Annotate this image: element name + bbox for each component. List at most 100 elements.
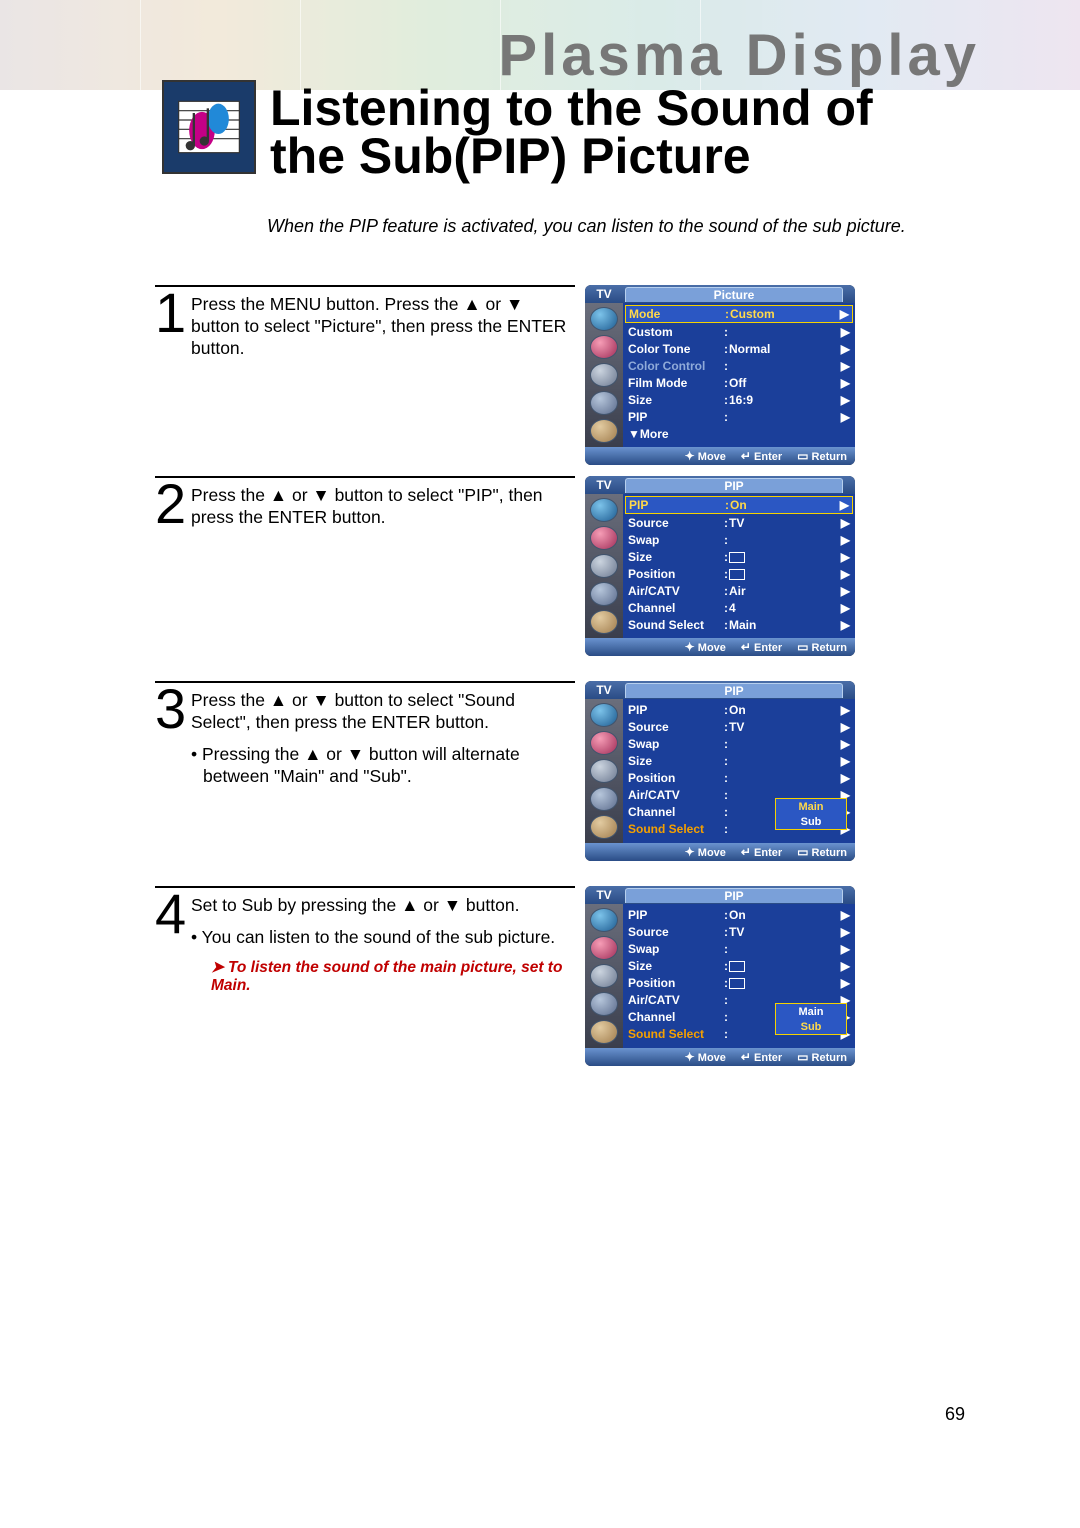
osd-sidebar bbox=[585, 904, 623, 1048]
osd-side-icon bbox=[590, 936, 618, 960]
osd-menu-item[interactable]: Custom:▶ bbox=[625, 323, 853, 340]
osd-menu-item[interactable]: Position:▶ bbox=[625, 974, 853, 991]
osd-popup-item[interactable]: Sub bbox=[776, 814, 846, 829]
osd-side-icon bbox=[590, 759, 618, 783]
osd-menu-item[interactable]: Swap:▶ bbox=[625, 735, 853, 752]
osd-tab-title: PIP bbox=[625, 478, 843, 493]
step-number: 4 bbox=[155, 888, 186, 940]
osd-tab-title: PIP bbox=[625, 888, 843, 903]
osd-item-label: Size bbox=[628, 550, 723, 564]
chevron-right-icon: ▶ bbox=[841, 703, 850, 717]
step-bullet: • Pressing the ▲ or ▼ button will altern… bbox=[191, 743, 575, 787]
osd-item-label: Air/CATV bbox=[628, 584, 723, 598]
osd-menu-item[interactable]: Swap:▶ bbox=[625, 531, 853, 548]
osd-item-label: Channel bbox=[628, 805, 723, 819]
osd-popup-item[interactable]: Main bbox=[776, 799, 846, 814]
osd-menu-item[interactable]: Position:▶ bbox=[625, 565, 853, 582]
osd-menu-item[interactable]: Source:TV▶ bbox=[625, 923, 853, 940]
osd-side-icon bbox=[590, 703, 618, 727]
osd-item-label: Swap bbox=[628, 942, 723, 956]
osd-menu-item[interactable]: PIP:On▶ bbox=[625, 906, 853, 923]
step-2: 2 Press the ▲ or ▼ button to select "PIP… bbox=[155, 476, 575, 528]
osd-side-icon bbox=[590, 335, 618, 359]
osd-side-icon bbox=[590, 554, 618, 578]
osd-item-value: Normal bbox=[729, 342, 841, 356]
osd-popup-item[interactable]: Main bbox=[776, 1004, 846, 1019]
step-text: Press the MENU button. Press the ▲ or ▼ … bbox=[191, 293, 575, 359]
chevron-right-icon: ▶ bbox=[841, 737, 850, 751]
osd-menu-item[interactable]: Size:16:9▶ bbox=[625, 391, 853, 408]
step-number: 3 bbox=[155, 683, 186, 735]
osd-menu-item[interactable]: Size:▶ bbox=[625, 957, 853, 974]
chevron-right-icon: ▶ bbox=[841, 720, 850, 734]
step-bullet: • You can listen to the sound of the sub… bbox=[191, 926, 575, 948]
osd-side-icon bbox=[590, 610, 618, 634]
page-number: 69 bbox=[945, 1404, 965, 1425]
osd-screenshot-2: TVPIP PIP:On▶Source:TV▶Swap:▶Size:▶Positi… bbox=[585, 476, 855, 656]
osd-side-icon bbox=[590, 815, 618, 839]
intro-text: When the PIP feature is activated, you c… bbox=[267, 216, 906, 237]
osd-screenshot-1: TVPictureMode:Custom▶Custom:▶Color Tone:… bbox=[585, 285, 855, 465]
osd-tabbar: TVPIP bbox=[585, 886, 855, 904]
osd-menu-item[interactable]: PIP:▶ bbox=[625, 408, 853, 425]
osd-menu-item[interactable]: Swap:▶ bbox=[625, 940, 853, 957]
osd-item-value: Air bbox=[729, 584, 841, 598]
osd-menu-item[interactable]: Channel:4▶ bbox=[625, 599, 853, 616]
chevron-right-icon: ▶ bbox=[840, 307, 849, 321]
osd-tab-tv: TV bbox=[585, 478, 623, 492]
osd-menu-item[interactable]: Mode:Custom▶ bbox=[625, 305, 853, 323]
osd-menu-item[interactable]: Size:▶ bbox=[625, 548, 853, 565]
step-text: Press the ▲ or ▼ button to select "Sound… bbox=[191, 689, 575, 733]
osd-sidebar bbox=[585, 699, 623, 843]
chevron-right-icon: ▶ bbox=[841, 754, 850, 768]
osd-item-label: PIP bbox=[628, 410, 723, 424]
osd-menu-item[interactable]: Position:▶ bbox=[625, 769, 853, 786]
osd-item-value: Main bbox=[729, 618, 841, 632]
osd-item-value: Off bbox=[729, 376, 841, 390]
osd-tab-title: Picture bbox=[625, 287, 843, 302]
osd-footer: ✦ Move↵ Enter▭ Return bbox=[585, 638, 855, 656]
chevron-right-icon: ▶ bbox=[841, 393, 850, 407]
osd-item-label: Air/CATV bbox=[628, 993, 723, 1007]
osd-menu-item[interactable]: Film Mode:Off▶ bbox=[625, 374, 853, 391]
osd-side-icon bbox=[590, 526, 618, 550]
osd-popup[interactable]: MainSub bbox=[775, 798, 847, 830]
osd-item-value bbox=[729, 550, 841, 564]
osd-tabbar: TVPIP bbox=[585, 476, 855, 494]
osd-menu-item[interactable]: Color Control:▶ bbox=[625, 357, 853, 374]
chevron-right-icon: ▶ bbox=[841, 601, 850, 615]
osd-menu-list: PIP:On▶Source:TV▶Swap:▶Size:▶Position:▶A… bbox=[623, 699, 855, 843]
osd-item-value bbox=[729, 959, 841, 973]
osd-side-icon bbox=[590, 731, 618, 755]
chevron-right-icon: ▶ bbox=[841, 533, 850, 547]
osd-menu-item[interactable]: Air/CATV:Air▶ bbox=[625, 582, 853, 599]
osd-screenshot-4: TVPIPPIP:On▶Source:TV▶Swap:▶Size:▶Positi… bbox=[585, 886, 855, 1066]
osd-side-icon bbox=[590, 964, 618, 988]
osd-popup[interactable]: MainSub bbox=[775, 1003, 847, 1035]
osd-menu-item[interactable]: Source:TV▶ bbox=[625, 514, 853, 531]
osd-tab-tv: TV bbox=[585, 683, 623, 697]
osd-menu-item[interactable]: Color Tone:Normal▶ bbox=[625, 340, 853, 357]
osd-menu-item[interactable]: PIP:On▶ bbox=[625, 496, 853, 514]
osd-menu-item[interactable]: Size:▶ bbox=[625, 752, 853, 769]
osd-menu-item[interactable]: Sound Select:Main▶ bbox=[625, 616, 853, 633]
step-1: 1 Press the MENU button. Press the ▲ or … bbox=[155, 285, 575, 359]
osd-item-value bbox=[729, 567, 841, 581]
chevron-right-icon: ▶ bbox=[841, 942, 850, 956]
osd-menu-item[interactable]: Source:TV▶ bbox=[625, 718, 853, 735]
osd-tab-tv: TV bbox=[585, 888, 623, 902]
chevron-right-icon: ▶ bbox=[841, 925, 850, 939]
osd-item-label: Size bbox=[628, 754, 723, 768]
osd-footer: ✦ Move↵ Enter▭ Return bbox=[585, 447, 855, 465]
step-3: 3 Press the ▲ or ▼ button to select "Sou… bbox=[155, 681, 575, 787]
osd-item-label: Position bbox=[628, 976, 723, 990]
step-4: 4 Set to Sub by pressing the ▲ or ▼ butt… bbox=[155, 886, 575, 995]
osd-tab-title: PIP bbox=[625, 683, 843, 698]
osd-menu-item[interactable]: ▼More bbox=[625, 425, 853, 442]
osd-side-icon bbox=[590, 992, 618, 1016]
osd-menu-item[interactable]: PIP:On▶ bbox=[625, 701, 853, 718]
sound-feature-icon bbox=[162, 80, 256, 174]
osd-popup-item[interactable]: Sub bbox=[776, 1019, 846, 1034]
osd-item-label: PIP bbox=[628, 703, 723, 717]
osd-item-value bbox=[729, 976, 841, 990]
